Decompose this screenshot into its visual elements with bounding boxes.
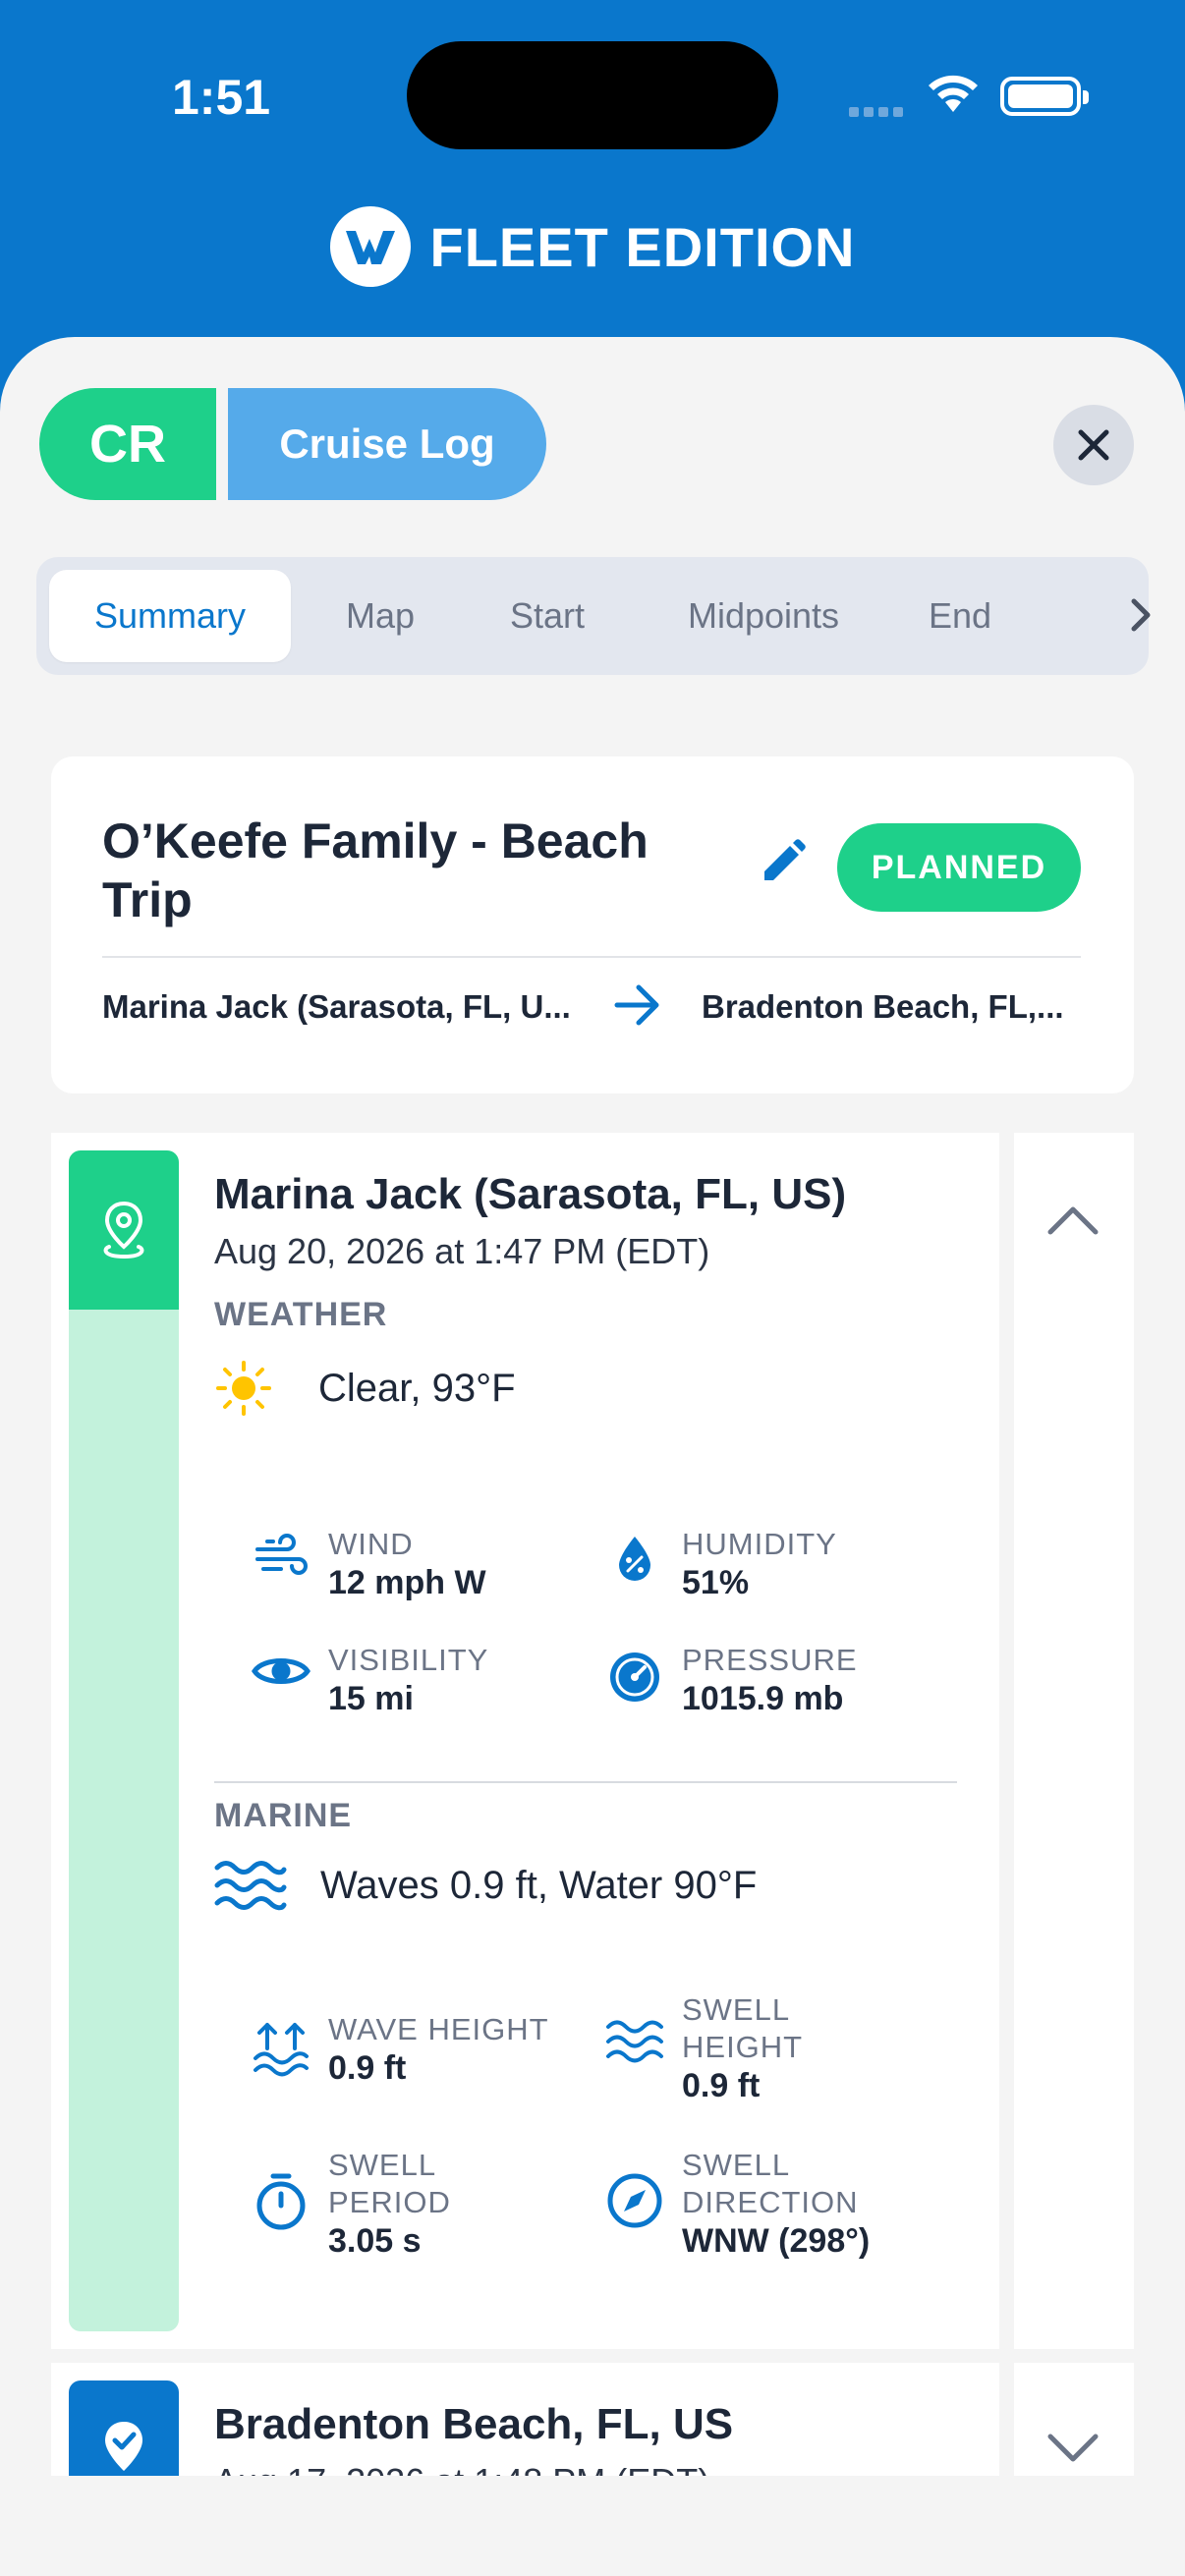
wifi-icon	[926, 73, 981, 119]
divider	[102, 956, 1081, 958]
compass-icon	[597, 2147, 672, 2261]
swell-direction-label-line2: DIRECTION	[682, 2185, 859, 2219]
marine-summary-row: Waves 0.9 ft, Water 90°F	[214, 1858, 757, 1913]
swell-period-label-line1: SWELL	[328, 2148, 437, 2182]
waves-icon	[214, 1858, 307, 1913]
tab-map[interactable]: Map	[307, 570, 454, 662]
pressure-value: 1015.9 mb	[682, 1680, 844, 1717]
wave-height-stat: WAVE HEIGHT 0.9 ft	[244, 2011, 549, 2088]
swell-height-stat: SWELL HEIGHT 0.9 ft	[597, 1991, 803, 2105]
weather-summary-row: Clear, 93°F	[214, 1359, 516, 1418]
wind-icon	[244, 1526, 318, 1602]
stopwatch-icon	[244, 2147, 318, 2261]
status-badge: PLANNED	[837, 823, 1081, 912]
start-stop-card: Marina Jack (Sarasota, FL, US) Aug 20, 2…	[51, 1133, 999, 2349]
chevron-down-icon[interactable]	[1045, 2432, 1100, 2470]
stop-datetime: Aug 20, 2026 at 1:47 PM (EDT)	[214, 1231, 710, 1271]
weather-summary: Clear, 93°F	[318, 1366, 516, 1410]
close-button[interactable]	[1053, 405, 1134, 485]
marine-section-label: MARINE	[214, 1797, 353, 1834]
wind-value: 12 mph W	[328, 1564, 486, 1601]
humidity-drop-icon	[597, 1526, 672, 1602]
tab-end[interactable]: End	[891, 570, 1029, 662]
sun-icon	[214, 1359, 309, 1418]
battery-icon	[1000, 77, 1089, 116]
weather-section-label: WEATHER	[214, 1296, 388, 1333]
gauge-icon	[597, 1642, 672, 1718]
trip-summary-card: O’Keefe Family - Beach Trip PLANNED Mari…	[51, 756, 1134, 1093]
chevron-up-icon[interactable]	[1045, 1204, 1100, 1242]
tab-midpoints[interactable]: Midpoints	[655, 570, 872, 662]
swell-icon	[597, 1991, 672, 2105]
wave-height-icon	[244, 2011, 318, 2088]
humidity-label: HUMIDITY	[682, 1527, 837, 1561]
arrow-right-icon	[613, 982, 662, 1033]
cruise-log-chip-label: Cruise Log	[228, 388, 546, 500]
visibility-stat: VISIBILITY 15 mi	[244, 1642, 488, 1718]
route-destination: Bradenton Beach, FL,...	[702, 988, 1064, 1025]
visibility-value: 15 mi	[328, 1680, 414, 1717]
wind-stat: WIND 12 mph W	[244, 1526, 486, 1602]
swell-direction-stat: SWELL DIRECTION WNW (298°)	[597, 2147, 870, 2261]
fleet-logo-icon	[329, 206, 411, 287]
chevron-right-icon[interactable]	[1129, 596, 1153, 639]
brand-header: FLEET EDITION	[0, 206, 1185, 287]
stop-rail	[69, 1150, 179, 2331]
tab-start[interactable]: Start	[474, 570, 621, 662]
route-origin: Marina Jack (Sarasota, FL, U...	[102, 988, 571, 1025]
status-bar: 1:51	[0, 0, 1185, 187]
cellular-signal-icon	[849, 104, 908, 122]
eye-icon	[244, 1642, 318, 1718]
wave-height-value: 0.9 ft	[328, 2049, 407, 2087]
close-icon	[1078, 429, 1109, 461]
wind-label: WIND	[328, 1527, 414, 1561]
tab-summary[interactable]: Summary	[49, 570, 291, 662]
stop-name: Bradenton Beach, FL, US	[214, 2400, 734, 2448]
pressure-stat: PRESSURE 1015.9 mb	[597, 1642, 858, 1718]
swell-direction-label-line1: SWELL	[682, 2148, 791, 2182]
status-time: 1:51	[172, 70, 271, 125]
marine-summary: Waves 0.9 ft, Water 90°F	[320, 1863, 758, 1907]
dynamic-island	[407, 41, 778, 149]
swell-period-stat: SWELL PERIOD 3.05 s	[244, 2147, 451, 2261]
trip-title: O’Keefe Family - Beach Trip	[102, 813, 649, 927]
brand-title: FLEET EDITION	[429, 215, 856, 278]
stop-name: Marina Jack (Sarasota, FL, US)	[214, 1170, 847, 1218]
wave-height-label: WAVE HEIGHT	[328, 2012, 549, 2046]
swell-height-value: 0.9 ft	[682, 2067, 761, 2104]
visibility-label: VISIBILITY	[328, 1643, 489, 1677]
edit-pencil-icon[interactable]	[761, 839, 806, 889]
swell-height-label-line2: HEIGHT	[682, 2030, 804, 2064]
tab-bar: Summary Map Start Midpoints End	[36, 557, 1151, 675]
location-pin-icon	[69, 1150, 179, 1310]
humidity-stat: HUMIDITY 51%	[597, 1526, 837, 1602]
humidity-value: 51%	[682, 1564, 750, 1601]
collapse-toggle-panel	[1014, 1133, 1134, 2349]
swell-height-label-line1: SWELL	[682, 1992, 791, 2027]
swell-period-value: 3.05 s	[328, 2222, 422, 2260]
cruise-log-sheet: CR Cruise Log Summary Map Start Midpoint…	[0, 337, 1185, 2576]
bottom-safe-area	[0, 2476, 1185, 2576]
swell-period-label-line2: PERIOD	[328, 2185, 451, 2219]
cruise-log-code-chip: CR	[39, 388, 216, 500]
swell-direction-value: WNW (298°)	[682, 2222, 871, 2260]
pressure-label: PRESSURE	[682, 1643, 858, 1677]
section-divider	[214, 1781, 957, 1783]
